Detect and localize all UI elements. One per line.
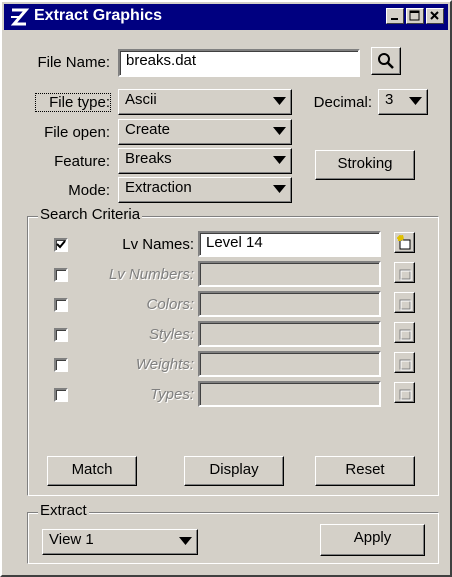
file-name-input[interactable]: breaks.dat — [118, 49, 360, 77]
list-icon — [399, 299, 412, 311]
lv-names-value: Level 14 — [206, 234, 263, 251]
feature-value: Breaks — [125, 150, 172, 167]
feature-label: Feature: — [54, 153, 110, 170]
list-icon — [399, 269, 412, 281]
decimal-value: 3 — [385, 91, 394, 108]
view-dropdown[interactable]: View 1 — [42, 529, 198, 555]
maximize-button[interactable] — [406, 8, 424, 24]
lv-names-pick-button[interactable] — [394, 232, 415, 253]
types-checkbox[interactable] — [54, 388, 68, 402]
file-name-label: File Name: — [37, 54, 110, 71]
list-icon — [399, 329, 412, 341]
checkmark-icon — [56, 240, 66, 249]
apply-button-label: Apply — [353, 529, 392, 546]
types-input[interactable] — [198, 381, 381, 407]
colors-label: Colors: — [146, 296, 194, 313]
types-pick-button[interactable] — [394, 382, 415, 403]
list-icon — [399, 359, 412, 371]
close-button[interactable] — [426, 8, 444, 24]
weights-checkbox[interactable] — [54, 358, 68, 372]
decimal-dropdown[interactable]: 3 — [378, 89, 428, 115]
reset-button-label: Reset — [345, 461, 385, 478]
chevron-down-icon — [273, 185, 286, 193]
chevron-down-icon — [273, 127, 286, 135]
styles-checkbox[interactable] — [54, 328, 68, 342]
chevron-down-icon — [409, 97, 422, 105]
view-value: View 1 — [49, 531, 94, 548]
window-title: Extract Graphics — [34, 7, 163, 24]
file-type-dropdown[interactable]: Ascii — [118, 89, 292, 115]
feature-dropdown[interactable]: Breaks — [118, 148, 292, 174]
mode-dropdown[interactable]: Extraction — [118, 177, 292, 203]
file-open-label: File open: — [44, 124, 110, 141]
maximize-icon — [409, 10, 420, 21]
browse-file-button[interactable] — [371, 47, 401, 75]
styles-input[interactable] — [198, 321, 381, 347]
app-logo-icon — [10, 8, 30, 26]
reset-button[interactable]: Reset — [315, 456, 415, 486]
chevron-down-icon — [273, 97, 286, 105]
close-icon — [430, 11, 439, 20]
lv-names-checkbox[interactable] — [54, 238, 68, 252]
file-open-dropdown[interactable]: Create — [118, 119, 292, 145]
weights-label: Weights: — [135, 356, 194, 373]
file-name-value: breaks.dat — [126, 52, 197, 69]
mode-value: Extraction — [125, 179, 192, 196]
styles-pick-button[interactable] — [394, 322, 415, 343]
styles-label: Styles: — [148, 326, 194, 343]
file-type-label: File type: — [35, 93, 111, 112]
list-icon — [399, 389, 412, 401]
decimal-label: Decimal: — [313, 94, 372, 111]
lv-names-label: Lv Names: — [122, 236, 194, 253]
file-open-value: Create — [125, 121, 171, 138]
colors-checkbox[interactable] — [54, 298, 68, 312]
lv-numbers-input[interactable] — [198, 261, 381, 287]
weights-input[interactable] — [198, 351, 381, 377]
chevron-down-icon — [179, 537, 192, 545]
weights-pick-button[interactable] — [394, 352, 415, 373]
lv-numbers-pick-button[interactable] — [394, 262, 415, 283]
display-button-label: Display — [209, 461, 259, 478]
extract-title: Extract — [38, 502, 89, 519]
stroking-button[interactable]: Stroking — [315, 150, 415, 180]
extract-graphics-dialog: Extract Graphics File Name: breaks.dat F… — [0, 0, 452, 577]
match-button-label: Match — [71, 461, 113, 478]
lv-names-input[interactable]: Level 14 — [198, 231, 381, 257]
magnifier-icon — [378, 53, 394, 69]
chevron-down-icon — [273, 156, 286, 164]
colors-input[interactable] — [198, 291, 381, 317]
apply-button[interactable]: Apply — [320, 524, 425, 556]
minimize-button[interactable] — [386, 8, 404, 24]
types-label: Types: — [150, 386, 194, 403]
stroking-button-label: Stroking — [337, 155, 393, 172]
lv-numbers-checkbox[interactable] — [54, 268, 68, 282]
file-type-value: Ascii — [125, 91, 157, 108]
colors-pick-button[interactable] — [394, 292, 415, 313]
title-bar[interactable]: Extract Graphics — [4, 4, 448, 30]
lv-numbers-label: Lv Numbers: — [108, 266, 194, 283]
search-criteria-title: Search Criteria — [38, 206, 143, 223]
match-button[interactable]: Match — [47, 456, 137, 486]
display-button[interactable]: Display — [184, 456, 284, 486]
minimize-icon — [391, 18, 398, 20]
new-list-icon — [397, 235, 411, 250]
mode-label: Mode: — [68, 182, 110, 199]
